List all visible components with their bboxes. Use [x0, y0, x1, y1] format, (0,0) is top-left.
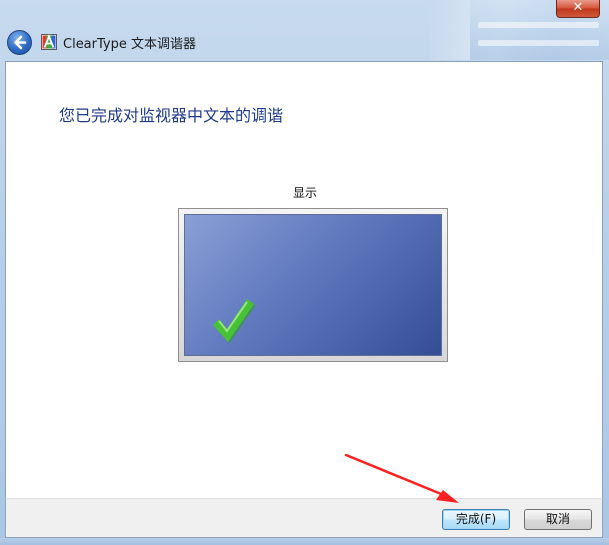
- monitor-screen: [184, 214, 442, 356]
- title-bar: ClearType 文本调谐器: [0, 22, 609, 62]
- window-title: ClearType 文本调谐器: [63, 37, 196, 52]
- cancel-button[interactable]: 取消: [524, 509, 592, 530]
- content-panel: 您已完成对监视器中文本的调谐 显示: [5, 61, 603, 498]
- monitor-label: 显示: [292, 186, 317, 200]
- cleartype-icon: [41, 34, 57, 50]
- finish-button[interactable]: 完成(F): [442, 509, 510, 530]
- monitor-frame: [178, 208, 448, 362]
- cleartype-window: ✕ ClearType 文本调谐器 您已完成对监视器中文本的调谐 显示 完成(F…: [0, 0, 609, 545]
- page-heading: 您已完成对监视器中文本的调谐: [59, 106, 284, 125]
- button-bar: 完成(F) 取消: [5, 498, 603, 538]
- checkmark-icon: [213, 299, 256, 344]
- window-bottom-frame: [0, 538, 609, 545]
- back-arrow-icon: [14, 35, 27, 50]
- close-button[interactable]: ✕: [556, 0, 600, 18]
- back-button[interactable]: [7, 30, 32, 55]
- close-icon: ✕: [572, 0, 584, 15]
